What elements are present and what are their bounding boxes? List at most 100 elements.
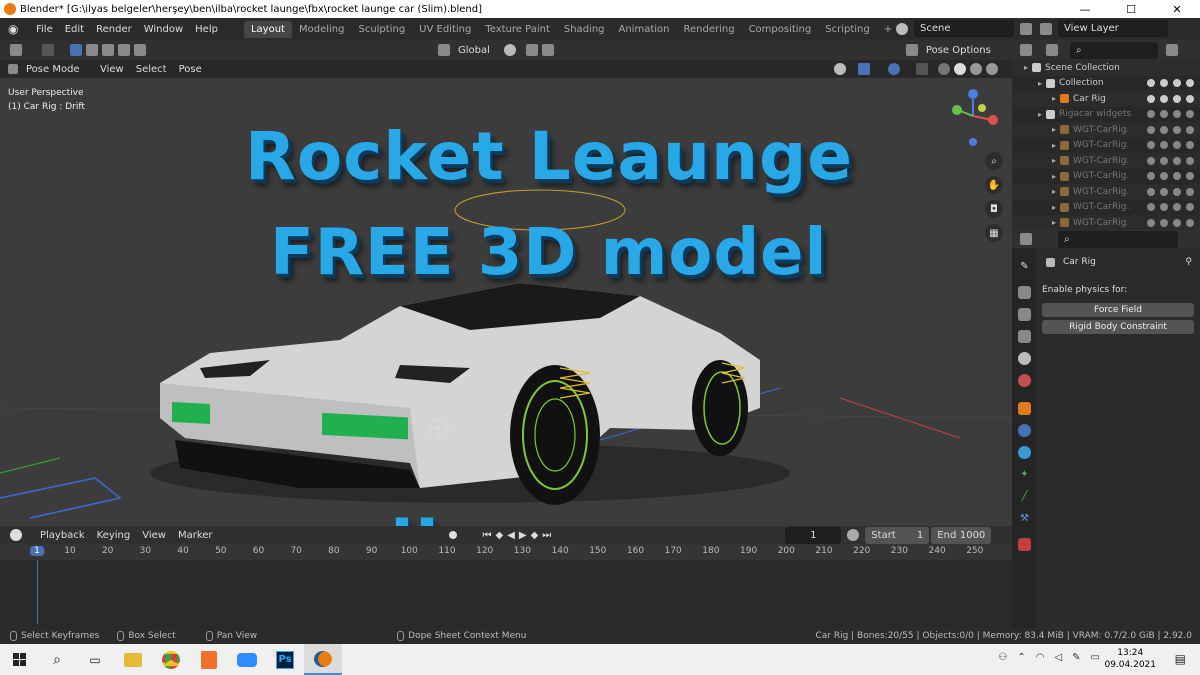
people-icon[interactable]: ⚇	[998, 652, 1007, 663]
3d-viewport[interactable]: User Perspective (1) Car Rig : Drift Roc…	[0, 78, 1012, 526]
expand-arrow-icon[interactable]: ▸	[1052, 156, 1056, 165]
tab-modeling[interactable]: Modeling	[292, 21, 352, 38]
scene-field[interactable]: Scene	[914, 20, 1014, 37]
tab-uv-editing[interactable]: UV Editing	[412, 21, 478, 38]
frame-ruler[interactable]: 1 10 20 30 40 50 60 70 80 90 100 110 120 130 140 150 160…	[0, 544, 1012, 560]
view-layer-field[interactable]: View Layer	[1058, 20, 1168, 37]
render-toggle-icon[interactable]	[1186, 141, 1194, 150]
expand-arrow-icon[interactable]: ▸	[1052, 203, 1056, 212]
expand-arrow-icon[interactable]: ▸	[1052, 218, 1056, 227]
keyboard-icon[interactable]: ▭	[1091, 652, 1100, 663]
eye-icon[interactable]	[1160, 156, 1168, 165]
outliner-row[interactable]: ▸ Car Rig	[1012, 91, 1200, 107]
pose-options-dropdown[interactable]: Pose Options	[920, 44, 997, 57]
outliner-row[interactable]: ▸ Collection	[1012, 76, 1200, 92]
render-toggle-icon[interactable]	[1186, 125, 1194, 134]
menu-timeline-view[interactable]: View	[136, 529, 172, 542]
pivot-point-icon[interactable]	[503, 44, 516, 56]
photoshop-icon[interactable]: Ps	[266, 644, 304, 675]
render-toggle-icon[interactable]	[1186, 79, 1194, 88]
outliner-row[interactable]: ▸ Scene Collection	[1012, 60, 1200, 76]
new-scene-icon[interactable]	[1020, 22, 1032, 35]
expand-arrow-icon[interactable]: ▸	[1052, 141, 1056, 150]
bone-tab-icon[interactable]: ╱	[1018, 490, 1031, 503]
properties-search[interactable]: ⌕	[1058, 230, 1178, 248]
shading-wireframe-icon[interactable]	[938, 63, 950, 75]
expand-arrow-icon[interactable]: ▸	[1052, 94, 1056, 103]
snap-icon[interactable]	[525, 44, 538, 56]
expand-arrow-icon[interactable]: ▸	[1052, 125, 1056, 134]
timeline-editor-icon[interactable]	[10, 529, 22, 541]
select-toggle-icon[interactable]	[1147, 141, 1155, 150]
tab-sculpting[interactable]: Sculpting	[351, 21, 412, 38]
task-view-icon[interactable]: ▭	[76, 644, 114, 675]
outliner-editor-icon[interactable]	[1020, 44, 1032, 56]
texture-tab-icon[interactable]	[1018, 538, 1031, 551]
bone-constraint-tab-icon[interactable]: ✦	[1018, 468, 1031, 481]
eye-icon[interactable]	[1160, 79, 1168, 88]
select-mode-new-icon[interactable]	[70, 44, 82, 56]
eye-icon[interactable]	[1160, 203, 1168, 212]
physics-tab-icon[interactable]	[1018, 424, 1031, 437]
shading-solid-icon[interactable]	[954, 63, 966, 75]
menu-playback[interactable]: Playback	[34, 529, 91, 542]
clock-icon[interactable]	[847, 529, 860, 541]
outliner-row[interactable]: ▸ WGT-CarRig.	[1012, 138, 1200, 154]
menu-render[interactable]: Render	[90, 24, 138, 35]
viewport-toggle-icon[interactable]	[1173, 125, 1181, 134]
select-toggle-icon[interactable]	[1147, 218, 1155, 227]
taskbar-clock[interactable]: 13:24 09.04.2021	[1104, 647, 1156, 671]
expand-arrow-icon[interactable]: ▸	[1052, 187, 1056, 196]
world-tab-icon[interactable]	[1018, 374, 1031, 387]
menu-view[interactable]: View	[94, 63, 130, 76]
menu-help[interactable]: Help	[189, 24, 224, 35]
select-toggle-icon[interactable]	[1147, 79, 1155, 88]
end-frame-field[interactable]: End 1000	[931, 526, 992, 544]
object-constraints-tab-icon[interactable]: ⚒	[1018, 512, 1031, 525]
render-toggle-icon[interactable]	[1186, 110, 1194, 119]
tab-scripting[interactable]: Scripting	[818, 21, 876, 38]
viewport-toggle-icon[interactable]	[1173, 203, 1181, 212]
shading-rendered-icon[interactable]	[986, 63, 998, 75]
render-toggle-icon[interactable]	[1186, 156, 1194, 165]
orientation-dropdown[interactable]: Global	[452, 44, 496, 57]
overlay-toggle-icon[interactable]	[888, 63, 900, 75]
menu-window[interactable]: Window	[138, 24, 189, 35]
output-tab-icon[interactable]	[1018, 308, 1031, 321]
sublime-icon[interactable]	[190, 644, 228, 675]
render-toggle-icon[interactable]	[1186, 187, 1194, 196]
mirror-icon[interactable]	[905, 44, 918, 56]
render-tab-icon[interactable]	[1018, 286, 1031, 299]
properties-editor-icon[interactable]	[1020, 233, 1032, 245]
grid-icon[interactable]: ▦	[985, 224, 1003, 242]
render-toggle-icon[interactable]	[1186, 203, 1194, 212]
editor-type-icon[interactable]	[10, 44, 22, 56]
chevron-up-icon[interactable]: ⌃	[1017, 652, 1025, 663]
menu-select[interactable]: Select	[130, 63, 173, 76]
record-icon[interactable]	[448, 531, 457, 539]
force-field-button[interactable]: Force Field	[1042, 303, 1194, 317]
select-mode-subtract-icon[interactable]	[102, 44, 114, 56]
minimize-button[interactable]: —	[1062, 0, 1108, 18]
eye-icon[interactable]	[1160, 141, 1168, 150]
viewport-toggle-icon[interactable]	[1173, 141, 1181, 150]
viewport-toggle-icon[interactable]	[1173, 156, 1181, 165]
camera-icon[interactable]: ◘	[985, 200, 1003, 218]
menu-edit[interactable]: Edit	[59, 24, 90, 35]
select-toggle-icon[interactable]	[1147, 203, 1155, 212]
eye-icon[interactable]	[1160, 187, 1168, 196]
select-toggle-icon[interactable]	[1147, 187, 1155, 196]
maximize-button[interactable]: ☐	[1108, 0, 1154, 18]
constraints-tab-icon[interactable]	[1018, 446, 1031, 459]
outliner-row[interactable]: ▸ WGT-CarRig.	[1012, 153, 1200, 169]
eye-icon[interactable]	[1160, 218, 1168, 227]
select-mode-intersect-icon[interactable]	[134, 44, 146, 56]
volume-icon[interactable]: ◁	[1054, 652, 1062, 663]
view-layer-tab-icon[interactable]	[1018, 330, 1031, 343]
tab-shading[interactable]: Shading	[557, 21, 612, 38]
tab-texture-paint[interactable]: Texture Paint	[478, 21, 557, 38]
select-toggle-icon[interactable]	[1147, 94, 1155, 103]
eye-icon[interactable]	[1160, 94, 1168, 103]
select-toggle-icon[interactable]	[1147, 110, 1155, 119]
start-frame-field[interactable]: Start 1	[865, 526, 930, 544]
